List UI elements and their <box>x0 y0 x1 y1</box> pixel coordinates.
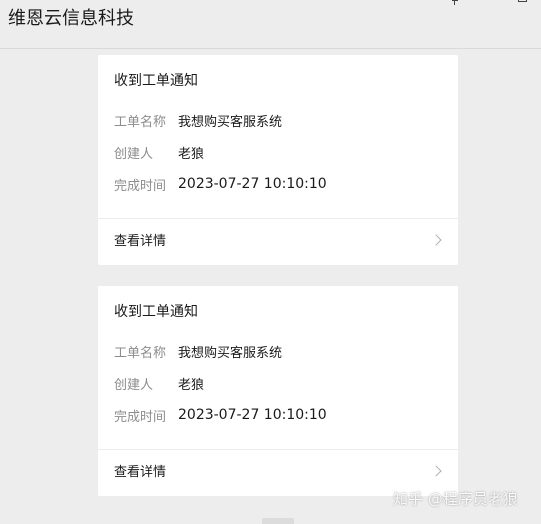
field-row-ticket-name: 工单名称 我想购买客服系统 <box>114 341 282 361</box>
field-row-completion-time: 完成时间 2023-07-27 10:10:10 <box>114 174 327 194</box>
field-row-ticket-name: 工单名称 我想购买客服系统 <box>114 110 282 130</box>
field-label: 完成时间 <box>114 178 167 194</box>
scroll-indicator[interactable] <box>262 518 294 524</box>
view-details-label: 查看详情 <box>114 234 167 249</box>
field-value: 老狼 <box>178 146 205 162</box>
card-title: 收到工单通知 <box>114 304 198 320</box>
chevron-right-icon <box>430 234 442 246</box>
notification-card: 收到工单通知 工单名称 我想购买客服系统 创建人 老狼 完成时间 2023-07… <box>98 55 458 265</box>
card-title: 收到工单通知 <box>114 73 198 89</box>
maximize-icon[interactable] <box>517 0 529 6</box>
title-bar: 维恩云信息科技 <box>0 0 541 49</box>
chevron-right-icon <box>430 465 442 477</box>
field-value: 2023-07-27 10:10:10 <box>178 407 327 423</box>
field-value: 我想购买客服系统 <box>178 114 283 130</box>
field-label: 工单名称 <box>114 114 167 130</box>
window-controls <box>449 0 529 6</box>
notification-card: 收到工单通知 工单名称 我想购买客服系统 创建人 老狼 完成时间 2023-07… <box>98 286 458 496</box>
field-label: 工单名称 <box>114 345 167 361</box>
app-title: 维恩云信息科技 <box>8 8 134 29</box>
pin-icon[interactable] <box>449 0 461 6</box>
view-details-button[interactable]: 查看详情 <box>98 219 458 265</box>
field-value: 老狼 <box>178 377 205 393</box>
field-label: 完成时间 <box>114 409 167 425</box>
watermark: 知乎 @程序员老狼 <box>393 490 518 508</box>
field-row-creator: 创建人 老狼 <box>114 142 204 162</box>
view-details-label: 查看详情 <box>114 465 167 480</box>
minimize-icon[interactable] <box>483 0 495 6</box>
field-value: 我想购买客服系统 <box>178 345 283 361</box>
field-label: 创建人 <box>114 377 154 393</box>
field-row-completion-time: 完成时间 2023-07-27 10:10:10 <box>114 405 327 425</box>
field-value: 2023-07-27 10:10:10 <box>178 176 327 192</box>
field-label: 创建人 <box>114 146 154 162</box>
field-row-creator: 创建人 老狼 <box>114 373 204 393</box>
